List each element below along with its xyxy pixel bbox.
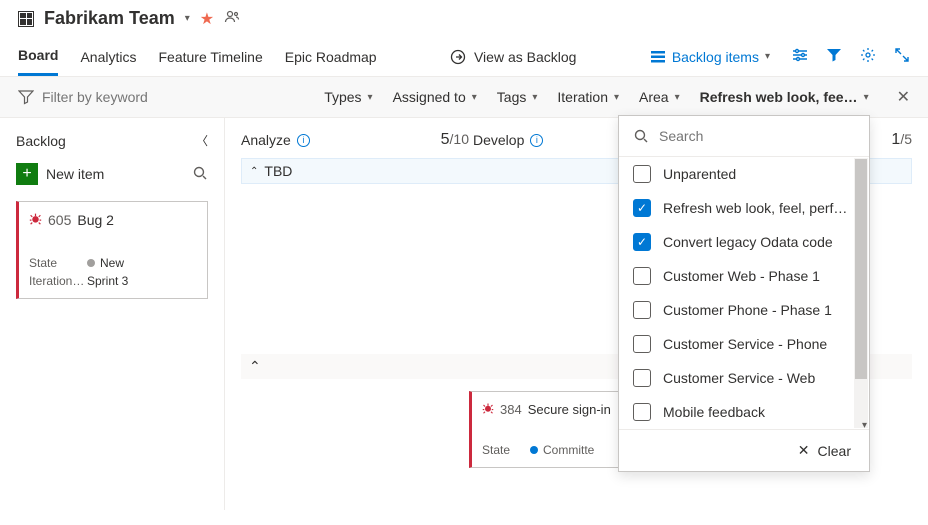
dropdown-item[interactable]: Mobile feedback xyxy=(619,395,869,429)
card-title-text: Bug 2 xyxy=(77,212,114,228)
chevron-down-icon: ⌃ xyxy=(249,358,261,375)
dropdown-item[interactable]: ✓ Refresh web look, feel, perfo… xyxy=(619,191,869,225)
dropdown-item-label: Customer Phone - Phase 1 xyxy=(663,302,832,318)
filter-parent-dropdown[interactable]: Refresh web look, fee…▾ xyxy=(700,89,869,105)
fullscreen-icon[interactable] xyxy=(894,47,910,66)
team-board-icon xyxy=(18,11,34,27)
close-icon: ✕ xyxy=(798,442,810,459)
filter-area-dropdown[interactable]: Area▾ xyxy=(639,89,680,105)
checkbox-icon xyxy=(633,403,651,421)
info-icon[interactable]: i xyxy=(297,134,310,147)
team-chevron-icon[interactable]: ▾ xyxy=(185,13,190,24)
state-label: State xyxy=(29,256,87,270)
iteration-label: Iteration … xyxy=(29,274,87,288)
backlog-level-dropdown[interactable]: Backlog items ▾ xyxy=(650,49,770,65)
state-label: State xyxy=(482,443,530,457)
collapse-sidebar-icon[interactable]: 〈 xyxy=(196,132,208,149)
parent-filter-dropdown: Unparented ✓ Refresh web look, feel, perfo… xyxy=(618,115,870,472)
view-as-backlog-label: View as Backlog xyxy=(474,49,576,65)
plus-icon: + xyxy=(16,163,38,185)
funnel-icon xyxy=(18,89,34,105)
dropdown-item[interactable]: Customer Service - Web xyxy=(619,361,869,395)
card-id: 605 xyxy=(48,212,71,228)
chevron-down-icon: ⌃ xyxy=(250,166,258,177)
dropdown-item-label: Mobile feedback xyxy=(663,404,765,420)
team-members-icon[interactable] xyxy=(224,9,240,28)
dropdown-item[interactable]: Customer Service - Phone xyxy=(619,327,869,361)
dropdown-item-label: Customer Web - Phase 1 xyxy=(663,268,820,284)
swimlane-label: TBD xyxy=(264,163,292,179)
view-as-backlog-button[interactable]: View as Backlog xyxy=(450,49,576,65)
new-item-button[interactable]: + New item xyxy=(16,163,104,185)
dropdown-item[interactable]: Customer Phone - Phase 1 xyxy=(619,293,869,327)
new-item-label: New item xyxy=(46,166,104,182)
tab-epic-roadmap[interactable]: Epic Roadmap xyxy=(285,39,377,75)
filter-keyword-field[interactable] xyxy=(42,89,172,105)
state-value: Committe xyxy=(530,443,628,457)
filter-assigned-dropdown[interactable]: Assigned to▾ xyxy=(393,89,477,105)
clear-label: Clear xyxy=(818,443,851,459)
clear-filter-button[interactable]: ✕ Clear xyxy=(619,429,869,471)
dropdown-item-label: Customer Service - Phone xyxy=(663,336,827,352)
checkbox-icon: ✓ xyxy=(633,233,651,251)
favorite-star-icon[interactable]: ★ xyxy=(200,9,214,29)
dropdown-item[interactable]: Unparented xyxy=(619,157,869,191)
column-analyze-name[interactable]: Analyze xyxy=(241,132,291,148)
filter-icon[interactable] xyxy=(826,47,842,66)
checkbox-icon xyxy=(633,267,651,285)
close-filter-icon[interactable]: ✕ xyxy=(897,87,910,107)
filter-iteration-dropdown[interactable]: Iteration▾ xyxy=(557,89,619,105)
board-card[interactable]: 384 Secure sign-in State Committe xyxy=(469,391,639,468)
filter-types-dropdown[interactable]: Types▾ xyxy=(324,89,372,105)
team-name[interactable]: Fabrikam Team xyxy=(44,8,175,29)
checkbox-icon xyxy=(633,369,651,387)
search-icon xyxy=(633,128,649,144)
checkbox-icon xyxy=(633,165,651,183)
scroll-down-arrow-icon[interactable]: ▾ xyxy=(862,420,867,429)
chevron-down-icon: ▾ xyxy=(765,51,770,62)
info-icon[interactable]: i xyxy=(530,134,543,147)
filter-tags-dropdown[interactable]: Tags▾ xyxy=(497,89,538,105)
dropdown-item-label: Unparented xyxy=(663,166,736,182)
state-value: New xyxy=(87,256,195,270)
filter-keyword-input[interactable] xyxy=(18,89,198,105)
checkbox-icon: ✓ xyxy=(633,199,651,217)
dropdown-search-input[interactable] xyxy=(659,128,855,144)
card-id: 384 xyxy=(500,402,522,417)
tab-board[interactable]: Board xyxy=(18,37,58,76)
dropdown-item-label: Refresh web look, feel, perfo… xyxy=(663,200,855,216)
dropdown-item-label: Convert legacy Odata code xyxy=(663,234,833,250)
bug-icon xyxy=(29,212,42,228)
gear-icon[interactable] xyxy=(860,47,876,66)
backlog-level-label: Backlog items xyxy=(672,49,759,65)
tab-feature-timeline[interactable]: Feature Timeline xyxy=(158,39,262,75)
settings-sliders-icon[interactable] xyxy=(792,47,808,66)
checkbox-icon xyxy=(633,301,651,319)
card-title-text: Secure sign-in xyxy=(528,402,611,417)
checkbox-icon xyxy=(633,335,651,353)
dropdown-item[interactable]: ✓ Convert legacy Odata code xyxy=(619,225,869,259)
backlog-card[interactable]: 605 Bug 2 State New Iteration … Sprint 3 xyxy=(16,201,208,299)
dropdown-scrollbar[interactable] xyxy=(854,158,868,428)
dropdown-item[interactable]: Customer Web - Phase 1 xyxy=(619,259,869,293)
column-develop-name[interactable]: Develop xyxy=(473,132,524,148)
backlog-title: Backlog xyxy=(16,133,66,149)
tab-analytics[interactable]: Analytics xyxy=(80,39,136,75)
bug-icon xyxy=(482,402,494,417)
iteration-value: Sprint 3 xyxy=(87,274,195,288)
search-backlog-icon[interactable] xyxy=(192,165,208,184)
dropdown-item-label: Customer Service - Web xyxy=(663,370,815,386)
